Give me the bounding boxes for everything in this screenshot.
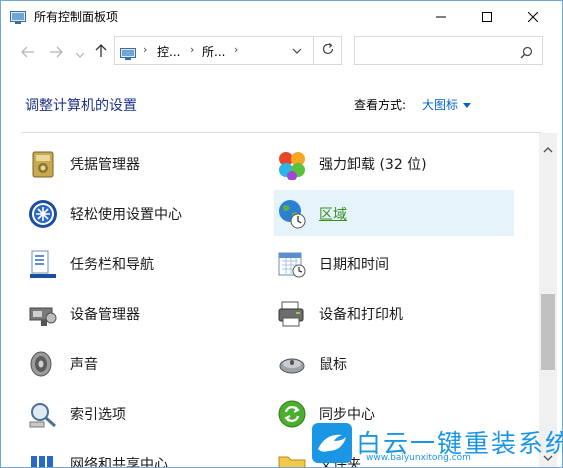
list-item[interactable]: 强力卸载 (32 位) — [274, 140, 514, 186]
mouse-icon — [276, 348, 308, 380]
items-grid: 凭据管理器 轻松使用设置中心 任务栏和导航 设备管理器 声音 索引选项 网络和共… — [1, 133, 539, 467]
chevron-right-icon: › — [234, 43, 239, 56]
close-button[interactable] — [510, 1, 556, 31]
maximize-icon — [482, 7, 492, 26]
list-item[interactable]: 设备管理器 — [25, 290, 265, 336]
list-item[interactable]: 设备和打印机 — [274, 290, 514, 336]
close-icon — [527, 7, 539, 26]
item-label: 任务栏和导航 — [70, 257, 154, 273]
page-title: 调整计算机的设置 — [25, 98, 137, 114]
control-panel-window: 所有控制面板项 › 控... › 所... › 调整计算机的设置 查看方式: 大… — [0, 0, 563, 468]
item-label: 声音 — [70, 357, 98, 373]
item-label: 凭据管理器 — [70, 157, 140, 173]
minimize-button[interactable] — [418, 1, 464, 31]
scrollbar-thumb[interactable] — [541, 294, 555, 370]
region-globe-icon — [276, 198, 308, 230]
refresh-button[interactable] — [313, 37, 342, 64]
list-item[interactable]: 轻松使用设置中心 — [25, 190, 265, 236]
printer-icon — [276, 298, 308, 330]
item-label: 鼠标 — [319, 357, 347, 373]
view-by-dropdown[interactable]: 大图标 — [422, 96, 472, 113]
item-label: 索引选项 — [70, 407, 126, 423]
address-bar[interactable]: › 控... › 所... › — [114, 36, 342, 65]
item-label: 设备管理器 — [70, 307, 140, 323]
chevron-down-icon — [75, 43, 85, 62]
arrow-up-icon — [95, 43, 107, 62]
up-button[interactable] — [92, 43, 110, 62]
item-label: 强力卸载 (32 位) — [319, 157, 427, 173]
maximize-button[interactable] — [464, 1, 510, 31]
breadcrumb-item[interactable]: 所... — [202, 43, 225, 60]
arrow-left-icon — [21, 43, 35, 62]
list-item[interactable]: 鼠标 — [274, 340, 514, 386]
control-panel-icon — [120, 45, 136, 64]
forward-button[interactable] — [47, 44, 65, 60]
taskbar-icon — [27, 248, 59, 280]
refresh-icon — [321, 41, 335, 60]
indexing-icon — [27, 398, 59, 430]
window-title: 所有控制面板项 — [34, 10, 119, 24]
list-item-highlighted[interactable]: 区域 — [274, 190, 514, 236]
list-item[interactable]: 任务栏和导航 — [25, 240, 265, 286]
item-label: 日期和时间 — [319, 257, 389, 273]
search-input[interactable] — [354, 36, 543, 65]
list-item[interactable]: 网络和共享中心 — [25, 440, 265, 467]
chevron-right-icon: › — [190, 43, 195, 56]
ease-of-access-icon — [27, 198, 59, 230]
item-label: 轻松使用设置中心 — [70, 207, 182, 223]
item-label: 设备和打印机 — [319, 307, 403, 323]
minimize-icon — [436, 7, 446, 26]
bird-logo-icon — [312, 423, 352, 467]
credential-manager-icon — [27, 148, 59, 180]
watermark-url: www.baiyunxitong.com — [366, 453, 471, 463]
list-item[interactable]: 凭据管理器 — [25, 140, 265, 186]
list-item[interactable]: 索引选项 — [25, 390, 265, 436]
watermark: 白云一键重装系统 www.baiyunxitong.com — [304, 423, 563, 467]
speaker-icon — [27, 348, 59, 380]
back-button[interactable] — [19, 44, 37, 60]
caret-down-icon — [463, 103, 472, 108]
chevron-right-icon: › — [143, 43, 148, 56]
control-panel-icon — [10, 9, 26, 24]
item-label: 同步中心 — [319, 407, 375, 423]
uninstaller-icon — [276, 148, 308, 181]
search-icon — [520, 44, 533, 63]
vertical-scrollbar[interactable] — [539, 133, 557, 467]
item-label: 网络和共享中心 — [70, 457, 168, 467]
recent-locations-button[interactable] — [71, 44, 89, 60]
breadcrumb-item[interactable]: 控... — [157, 43, 180, 60]
view-by-value: 大图标 — [422, 98, 459, 112]
list-item[interactable]: 声音 — [25, 340, 265, 386]
address-dropdown-button[interactable] — [289, 43, 305, 59]
scroll-up-icon[interactable] — [542, 139, 554, 158]
title-bar[interactable]: 所有控制面板项 — [1, 1, 562, 31]
list-item[interactable]: 日期和时间 — [274, 240, 514, 286]
arrow-right-icon — [49, 43, 63, 62]
network-icon — [27, 448, 59, 467]
item-label: 区域 — [319, 207, 347, 223]
view-by-label: 查看方式: — [354, 98, 407, 112]
device-manager-icon — [27, 298, 59, 330]
date-time-icon — [276, 248, 308, 280]
